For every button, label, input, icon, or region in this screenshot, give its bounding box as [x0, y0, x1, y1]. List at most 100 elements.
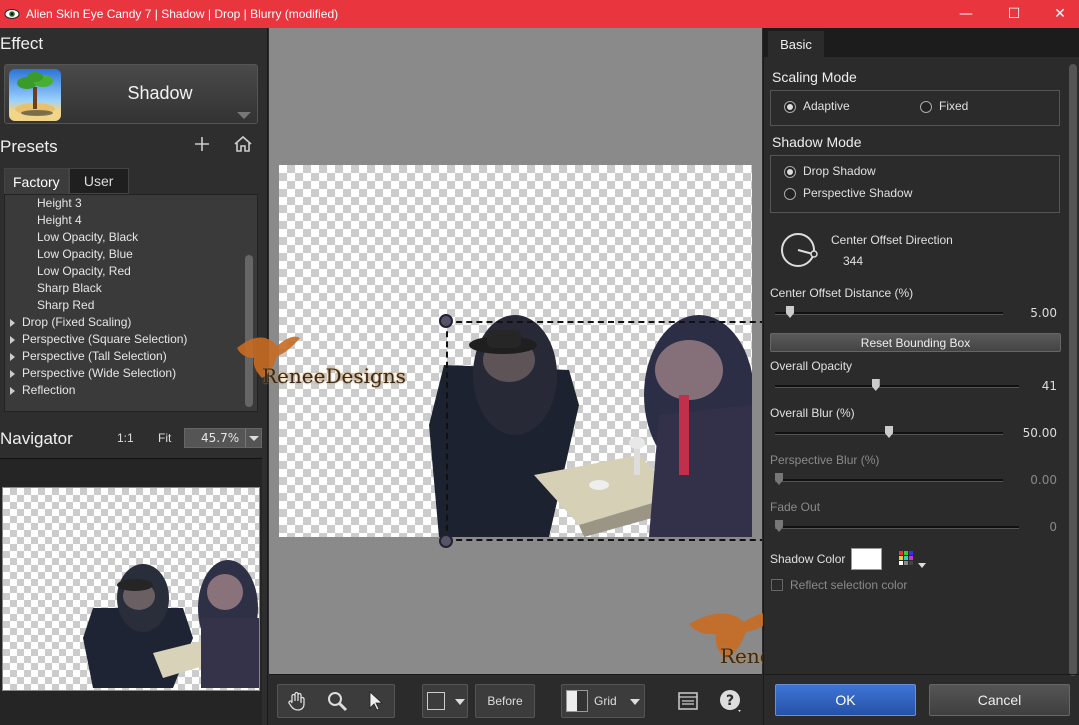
slider-track[interactable] [775, 526, 1019, 529]
preview-window-button[interactable] [674, 687, 702, 715]
arrow-pointer-icon [369, 691, 384, 711]
slider-value[interactable]: 0.00 [1013, 473, 1057, 487]
slider-label: Fade Out [770, 500, 821, 514]
hand-icon [288, 691, 305, 711]
preset-item[interactable]: Low Opacity, Red [37, 264, 131, 278]
close-button[interactable]: ✕ [1037, 0, 1079, 28]
effect-selector[interactable]: Shadow [4, 64, 258, 124]
watermark-text: ReneeDesigns [262, 364, 406, 388]
zoom-fit-button[interactable]: Fit [158, 431, 171, 445]
expand-caret-icon[interactable] [10, 353, 15, 361]
bottom-toolbar: Before Grid ? [269, 674, 762, 725]
settings-tabbar: Basic [764, 28, 1079, 57]
radio-fixed[interactable] [920, 101, 932, 113]
tab-basic[interactable]: Basic [768, 31, 824, 57]
svg-text:?: ? [726, 693, 734, 709]
perspective-shadow-label[interactable]: Perspective Shadow [803, 186, 912, 200]
slider-value[interactable]: 0 [1013, 520, 1057, 534]
preset-group[interactable]: Reflection [22, 383, 75, 397]
ok-button[interactable]: OK [775, 684, 916, 716]
settings-scrollbar[interactable] [1069, 64, 1077, 676]
zoom-value: 45.7% [201, 431, 240, 445]
chevron-down-icon [455, 699, 465, 705]
radio-drop-shadow[interactable] [784, 166, 796, 178]
right-panel: Basic [763, 28, 1079, 725]
scaling-mode-title: Scaling Mode [772, 69, 857, 85]
expand-caret-icon[interactable] [10, 319, 15, 327]
preset-item[interactable]: Sharp Black [37, 281, 102, 295]
slider-track[interactable] [775, 385, 1019, 388]
preset-item[interactable]: Sharp Red [37, 298, 94, 312]
shadow-bounding-box[interactable] [446, 321, 762, 541]
tab-user[interactable]: User [68, 168, 129, 194]
bounding-box-handle[interactable] [439, 534, 453, 548]
presets-section-title: Presets [0, 137, 58, 156]
reflect-selection-label[interactable]: Reflect selection color [790, 578, 907, 592]
slider-label: Overall Opacity [770, 359, 853, 373]
drop-shadow-label[interactable]: Drop Shadow [803, 164, 876, 178]
slider-track[interactable] [775, 479, 1003, 482]
minimize-button[interactable]: — [943, 0, 989, 28]
help-icon: ? [720, 690, 741, 712]
navigator-section-title: Navigator [0, 429, 73, 448]
slider-value[interactable]: 41 [1013, 379, 1057, 393]
watermark-logo: ReneeDesigns [232, 328, 442, 392]
shadow-color-swatch[interactable] [851, 548, 882, 570]
preset-group[interactable]: Drop (Fixed Scaling) [22, 315, 131, 329]
zoom-select[interactable]: 45.7% [184, 428, 262, 448]
preset-item[interactable]: Height 3 [37, 196, 82, 210]
slider-label: Overall Blur (%) [770, 406, 855, 420]
reflect-selection-checkbox[interactable] [771, 579, 783, 591]
dial-icon [781, 233, 818, 267]
radio-adaptive[interactable] [784, 101, 796, 113]
eye-icon [4, 9, 20, 19]
cancel-button[interactable]: Cancel [929, 684, 1070, 716]
radio-perspective-shadow[interactable] [784, 188, 796, 200]
presets-tabs: Factory User [4, 168, 129, 194]
plus-icon [195, 137, 209, 151]
direction-value[interactable]: 344 [843, 254, 863, 268]
zoom-tool-button[interactable] [323, 687, 351, 715]
hand-tool-button[interactable] [283, 687, 311, 715]
expand-caret-icon[interactable] [10, 387, 15, 395]
effect-name: Shadow [127, 83, 193, 103]
tab-factory[interactable]: Factory [4, 168, 69, 194]
navigator-preview-image[interactable] [2, 487, 260, 691]
reset-bounding-box-button[interactable]: Reset Bounding Box [770, 333, 1061, 352]
slider-value[interactable]: 50.00 [1013, 426, 1057, 440]
fixed-label[interactable]: Fixed [939, 99, 968, 113]
adaptive-label[interactable]: Adaptive [803, 99, 850, 113]
shadow-color-label: Shadow Color [770, 552, 846, 566]
slider-label: Perspective Blur (%) [770, 453, 880, 467]
preset-item[interactable]: Low Opacity, Blue [37, 247, 133, 261]
bounding-box-handle[interactable] [439, 314, 453, 328]
direction-dial[interactable] [778, 230, 822, 270]
before-button[interactable]: Before [475, 684, 535, 718]
maximize-button[interactable]: ☐ [991, 0, 1037, 28]
slider-value[interactable]: 5.00 [1013, 306, 1057, 320]
direction-label: Center Offset Direction [831, 233, 953, 247]
effect-section-title: Effect [0, 34, 44, 53]
shadow-mode-title: Shadow Mode [772, 134, 862, 150]
preset-item[interactable]: Low Opacity, Black [37, 230, 138, 244]
chevron-down-icon [630, 699, 640, 705]
preset-item[interactable]: Height 4 [37, 213, 82, 227]
color-palette-button[interactable] [898, 550, 928, 570]
expand-caret-icon[interactable] [10, 336, 15, 344]
home-preset-button[interactable] [233, 135, 253, 158]
preset-group[interactable]: Perspective (Tall Selection) [22, 349, 167, 363]
tree-icon [15, 72, 55, 116]
help-button[interactable]: ? [717, 687, 745, 715]
navigator-view[interactable] [0, 458, 262, 725]
preset-group[interactable]: Perspective (Square Selection) [22, 332, 187, 346]
zoom-1to1-button[interactable]: 1:1 [117, 431, 134, 445]
expand-caret-icon[interactable] [10, 370, 15, 378]
pointer-tool-button[interactable] [361, 687, 389, 715]
home-icon [234, 135, 252, 152]
window-title: Alien Skin Eye Candy 7 | Shadow | Drop |… [26, 7, 339, 21]
add-preset-button[interactable] [193, 135, 211, 158]
slider-track[interactable] [775, 312, 1003, 315]
preset-group[interactable]: Perspective (Wide Selection) [22, 366, 176, 380]
palette-icon [899, 551, 926, 568]
chevron-down-icon [245, 429, 261, 447]
